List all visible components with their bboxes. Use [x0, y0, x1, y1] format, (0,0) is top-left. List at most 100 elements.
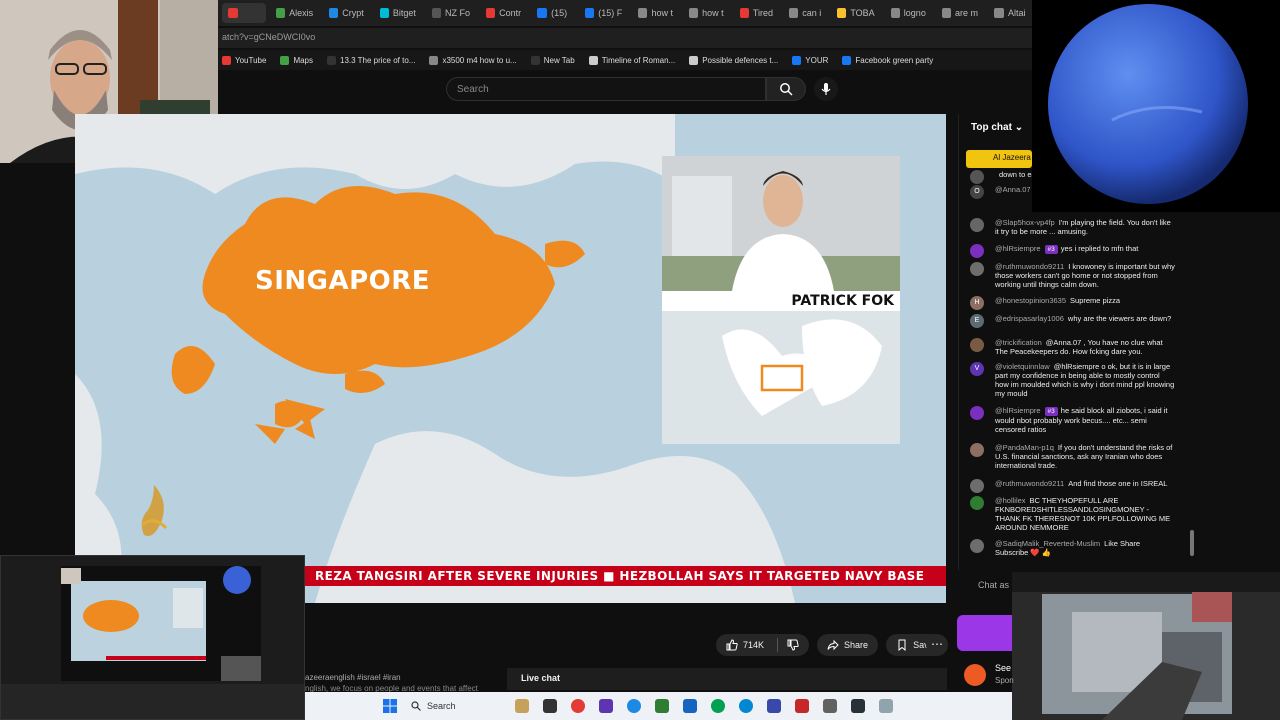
telegram-icon[interactable] [739, 699, 753, 713]
avatar[interactable]: H [970, 296, 984, 310]
chat-author[interactable]: @hlRsiempre [995, 406, 1041, 415]
browser-tab[interactable]: how t [632, 3, 679, 23]
share-label: Share [844, 640, 869, 650]
browser-tab[interactable]: (15) [531, 3, 575, 23]
chat-message[interactable]: @PandaMan-p1q If you don't understand the… [970, 443, 1175, 470]
chat-author[interactable]: @Anna.07 [995, 185, 1031, 194]
task-view-icon[interactable] [543, 699, 557, 713]
chat-input[interactable]: Chat as [978, 580, 1009, 590]
browser-tab[interactable]: Alexis [270, 3, 319, 23]
browser-tab[interactable]: can i [783, 3, 827, 23]
bookmark-item[interactable]: YouTube [222, 55, 266, 65]
video-description-tags[interactable]: azeeraenglish #israel #iran [305, 673, 401, 682]
chat-author[interactable]: @violetquinnlaw [995, 362, 1050, 371]
avatar[interactable] [970, 496, 984, 510]
chat-message[interactable]: @Slap5hox-vp4fp I'm playing the field. Yo… [970, 218, 1175, 236]
app-icon-indigo[interactable] [767, 699, 781, 713]
browser-tab[interactable]: how t [683, 3, 730, 23]
avatar[interactable]: V [970, 362, 984, 376]
tab-label: NZ Fo [445, 8, 471, 18]
browser-tab[interactable]: are m [936, 3, 984, 23]
bookmark-label: 13.3 The price of to... [340, 55, 416, 65]
avatar[interactable] [970, 539, 984, 553]
pinned-message[interactable]: Al Jazeera [966, 150, 1032, 168]
app-icon-red[interactable] [795, 699, 809, 713]
browser-tab[interactable]: Contr [480, 3, 527, 23]
windows-start-icon[interactable] [383, 699, 397, 713]
avatar[interactable] [970, 406, 984, 420]
app-icon-grey[interactable] [879, 699, 893, 713]
chrome-icon[interactable] [571, 699, 585, 713]
bookmark-item[interactable]: Timeline of Roman... [588, 55, 675, 65]
join-button[interactable] [957, 615, 1012, 651]
chat-message[interactable]: @hlRsiempre #3 he said block all ziobots, … [970, 406, 1175, 434]
app-icon-teal[interactable] [711, 699, 725, 713]
chat-message[interactable]: @hlRsiempre #3 yes i replied to mfn that [970, 244, 1175, 258]
chat-scrollbar[interactable] [1190, 530, 1194, 556]
search-button[interactable] [766, 77, 806, 101]
browser-tab[interactable]: Crypt [323, 3, 370, 23]
chat-message[interactable]: E @edrispasarlay1006 why are the viewers a… [970, 314, 1175, 328]
bookmark-item[interactable]: Maps [280, 55, 313, 65]
chat-author[interactable]: @ruthmuwondo9211 [995, 262, 1064, 271]
avatar[interactable] [970, 244, 984, 258]
avatar[interactable] [970, 170, 984, 184]
bookmark-item[interactable]: Possible defences t... [689, 55, 778, 65]
chat-sort-dropdown[interactable]: Top chat ⌄ [971, 122, 1023, 133]
chat-author[interactable]: @ruthmuwondo9211 [995, 479, 1064, 488]
address-bar[interactable]: atch?v=gCNeDWCI0vo [218, 28, 1032, 48]
chat-message[interactable]: @ruthmuwondo9211 And find those one in IS… [970, 479, 1175, 493]
edge-icon[interactable] [627, 699, 641, 713]
chat-author[interactable]: @hlRsiempre [995, 244, 1041, 253]
chat-author[interactable]: @honestopinion3635 [995, 296, 1066, 305]
avatar[interactable] [970, 218, 984, 232]
live-chat-tab[interactable]: Live chat [507, 668, 947, 690]
chat-author[interactable]: @trickification [995, 338, 1042, 347]
bookmark-item[interactable]: x3500 m4 how to u... [429, 55, 517, 65]
avatar[interactable] [970, 443, 984, 457]
avatar[interactable] [970, 479, 984, 493]
avatar[interactable]: E [970, 314, 984, 328]
app-icon-purple[interactable] [599, 699, 613, 713]
avatar[interactable]: O [970, 185, 984, 199]
chat-message[interactable]: @trickification @Anna.07 , You have no cl… [970, 338, 1175, 356]
like-button[interactable]: 714K [716, 634, 810, 656]
avatar[interactable] [970, 262, 984, 276]
thumbs-down-icon[interactable] [787, 639, 799, 651]
bookmark-item[interactable]: Facebook green party [842, 55, 933, 65]
widgets-icon[interactable] [515, 699, 529, 713]
browser-tab[interactable]: Tired [734, 3, 779, 23]
browser-tab[interactable]: logno [885, 3, 932, 23]
bookmark-item[interactable]: New Tab [530, 55, 575, 65]
more-actions-button[interactable]: ⋯ [926, 634, 948, 656]
browser-tab[interactable]: Altai [988, 3, 1032, 23]
chat-author[interactable]: @hollilex [995, 496, 1026, 505]
browser-tab[interactable]: Bitget [374, 3, 422, 23]
browser-tab[interactable] [222, 3, 266, 23]
browser-tab[interactable]: (15) F [579, 3, 628, 23]
chat-author[interactable]: @Slap5hox-vp4fp [995, 218, 1055, 227]
tab-favicon-icon [739, 8, 749, 18]
browser-tab[interactable]: NZ Fo [426, 3, 476, 23]
chat-author[interactable]: @SadiqMalik_Reverted-Muslim [995, 539, 1100, 548]
chat-message[interactable]: @hollilex BC THEYHOPEFULL ARE FKNBOREDSHI… [970, 496, 1175, 532]
see-label[interactable]: See [995, 663, 1011, 673]
chat-message[interactable]: V @violetquinnlaw @hlRsiempre o ok, but it… [970, 362, 1175, 398]
settings-icon[interactable] [823, 699, 837, 713]
obs-icon[interactable] [851, 699, 865, 713]
search-input[interactable]: Search [446, 77, 766, 101]
bookmark-item[interactable]: YOUR [792, 55, 828, 65]
chat-message[interactable]: @ruthmuwondo9211 I knowoney is important … [970, 262, 1175, 289]
chat-message[interactable]: @SadiqMalik_Reverted-Muslim Like Share Su… [970, 539, 1175, 557]
bookmark-item[interactable]: 13.3 The price of to... [327, 55, 416, 65]
app-icon-blue[interactable] [683, 699, 697, 713]
chat-message[interactable]: H @honestopinion3635 Supreme pizza [970, 296, 1175, 310]
chat-author[interactable]: @PandaMan-p1q [995, 443, 1054, 452]
voice-search-button[interactable] [814, 77, 838, 101]
chat-author[interactable]: @edrispasarlay1006 [995, 314, 1064, 323]
avatar[interactable] [970, 338, 984, 352]
app-icon-green[interactable] [655, 699, 669, 713]
browser-tab[interactable]: TOBA [831, 3, 880, 23]
share-button[interactable]: Share [817, 634, 879, 656]
taskbar-search[interactable]: Search [411, 701, 501, 711]
